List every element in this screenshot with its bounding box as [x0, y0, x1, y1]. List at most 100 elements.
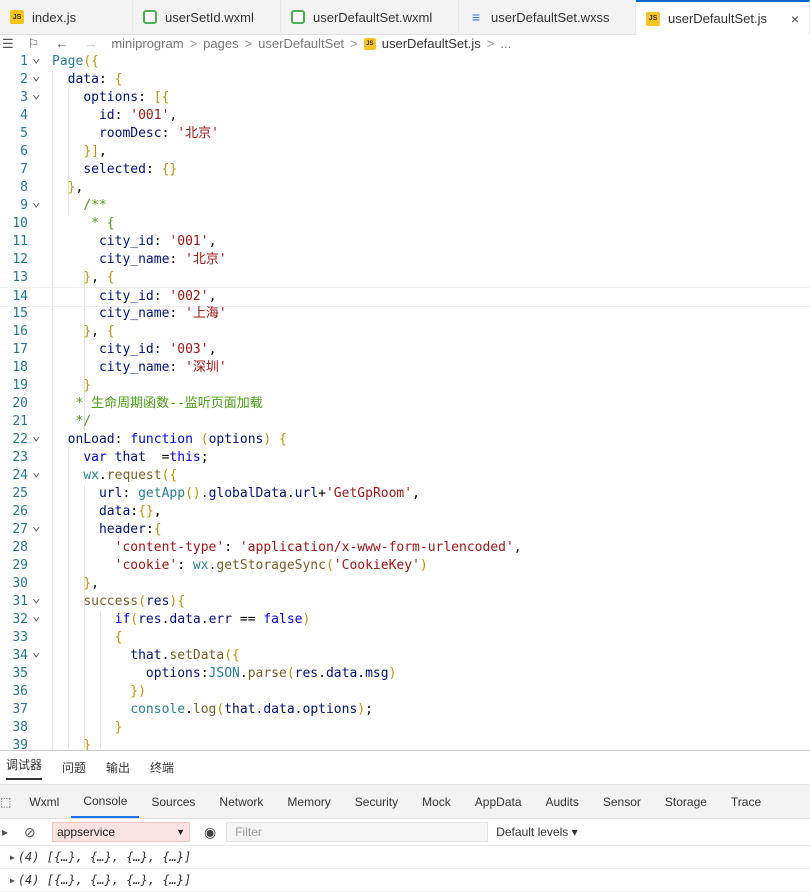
code-line[interactable]: 31 ⌄ success(res){ — [0, 590, 810, 611]
code-line[interactable]: 30 }, — [0, 575, 810, 593]
tab-sensor[interactable]: Sensor — [591, 785, 653, 818]
breadcrumb-item[interactable]: miniprogram — [111, 36, 183, 51]
code-line[interactable]: 7 selected: {} — [0, 161, 810, 179]
fold-chevron-icon[interactable]: ⌄ — [32, 589, 40, 607]
code-line[interactable]: 27 ⌄ header:{ — [0, 518, 810, 539]
code-line[interactable]: 22 ⌄ onLoad: function (options) { — [0, 428, 810, 449]
sidebar-toggle-icon[interactable]: ▸ — [2, 825, 8, 839]
console-log-entry[interactable]: ▶ (4) [{…}, {…}, {…}, {…}] — [0, 846, 810, 869]
code-line[interactable]: 14 city_id: '002', — [0, 287, 810, 307]
bookmark-icon[interactable]: ⚐ — [28, 36, 40, 52]
tab-usersetid-wxml[interactable]: userSetId.wxml — [133, 0, 281, 34]
log-levels-select[interactable]: Default levels ▾ — [496, 825, 577, 839]
code-line[interactable]: 36 }) — [0, 683, 810, 701]
fold-chevron-icon[interactable]: ⌄ — [32, 427, 40, 445]
close-icon[interactable]: × — [791, 11, 799, 27]
code-line[interactable]: 23 var that =this; — [0, 449, 810, 467]
code-line[interactable]: 9 ⌄ /** — [0, 194, 810, 215]
code-line[interactable]: 21 */ — [0, 413, 810, 431]
code-line[interactable]: 20 * 生命周期函数--监听页面加载 — [0, 395, 810, 413]
code-line[interactable]: 34 ⌄ that.setData({ — [0, 644, 810, 665]
tab-mock[interactable]: Mock — [410, 785, 463, 818]
code-line[interactable]: 24 ⌄ wx.request({ — [0, 464, 810, 485]
code-line[interactable]: 11 city_id: '001', — [0, 233, 810, 251]
tab-network[interactable]: Network — [207, 785, 275, 818]
code-line[interactable]: 3 ⌄ options: [{ — [0, 86, 810, 107]
code-line[interactable]: 16 }, { — [0, 323, 810, 341]
line-number: 27 — [12, 522, 28, 537]
line-number: 3 — [20, 90, 28, 105]
tab-userdefaultset-wxss[interactable]: ≡ userDefaultSet.wxss — [459, 0, 636, 34]
code-line[interactable]: 13 }, { — [0, 269, 810, 287]
code-line[interactable]: 4 id: '001', — [0, 107, 810, 125]
fold-chevron-icon[interactable]: ⌄ — [32, 517, 40, 535]
code-line[interactable]: 19 } — [0, 377, 810, 395]
tab-terminal[interactable]: 终端 — [150, 759, 174, 776]
code-line[interactable]: 6 }], — [0, 143, 810, 161]
chevron-down-icon: ▼ — [176, 827, 185, 837]
breadcrumb-item[interactable]: pages — [203, 36, 238, 51]
fold-chevron-icon[interactable]: ⌄ — [32, 85, 40, 103]
line-number: 10 — [12, 216, 28, 231]
tab-index-js[interactable]: JS index.js — [0, 0, 133, 34]
menu-icon[interactable]: ☰ — [2, 36, 14, 52]
fold-chevron-icon[interactable]: ⌄ — [32, 53, 40, 67]
tab-sources[interactable]: Sources — [139, 785, 207, 818]
tab-output[interactable]: 输出 — [106, 759, 130, 776]
code-line[interactable]: 5 roomDesc: '北京' — [0, 125, 810, 143]
tab-userdefaultset-js[interactable]: JS userDefaultSet.js × — [636, 0, 810, 35]
code-line[interactable]: 15 city_name: '上海' — [0, 305, 810, 323]
line-number: 8 — [20, 180, 28, 195]
code-line[interactable]: 37 console.log(that.data.options); — [0, 701, 810, 719]
context-select[interactable]: appservice ▼ — [52, 822, 190, 842]
code-line[interactable]: 12 city_name: '北京' — [0, 251, 810, 269]
code-line[interactable]: 25 url: getApp().globalData.url+'GetGpRo… — [0, 485, 810, 503]
code-line[interactable]: 17 city_id: '003', — [0, 341, 810, 359]
tab-console[interactable]: Console — [71, 785, 140, 818]
code-line[interactable]: 35 options:JSON.parse(res.data.msg) — [0, 665, 810, 683]
code-editor[interactable]: 1 ⌄ Page({2 ⌄ data: {3 ⌄ options: [{4 id: '0… — [0, 53, 810, 750]
expand-triangle-icon[interactable]: ▶ — [10, 876, 15, 885]
breadcrumb-item[interactable]: ... — [500, 36, 511, 51]
code-line[interactable]: 39 } — [0, 737, 810, 750]
clear-console-icon[interactable]: ⊘ — [24, 824, 36, 841]
tab-security[interactable]: Security — [343, 785, 410, 818]
code-line[interactable]: 29 'cookie': wx.getStorageSync('CookieKe… — [0, 557, 810, 575]
code-line[interactable]: 8 }, — [0, 179, 810, 197]
fold-chevron-icon[interactable]: ⌄ — [32, 463, 40, 481]
tab-audits[interactable]: Audits — [534, 785, 591, 818]
eye-icon[interactable]: ◉ — [204, 824, 216, 841]
editor-tab-bar: JS index.js userSetId.wxml userDefaultSe… — [0, 0, 810, 35]
code-line[interactable]: 2 ⌄ data: { — [0, 68, 810, 89]
tab-memory[interactable]: Memory — [275, 785, 342, 818]
code-line[interactable]: 33 { — [0, 629, 810, 647]
tab-userdefaultset-wxml[interactable]: userDefaultSet.wxml — [281, 0, 459, 34]
expand-triangle-icon[interactable]: ▶ — [10, 853, 15, 862]
editor-scrollbar[interactable] — [796, 53, 810, 750]
tab-problems[interactable]: 问题 — [62, 759, 86, 776]
line-number: 30 — [12, 576, 28, 591]
fold-chevron-icon[interactable]: ⌄ — [32, 193, 40, 211]
code-line[interactable]: 26 data:{}, — [0, 503, 810, 521]
inspect-icon[interactable]: ⬚ — [0, 795, 17, 809]
code-text: id: '001', — [98, 108, 178, 123]
tab-debugger[interactable]: 调试器 — [6, 756, 43, 780]
filter-input[interactable]: Filter — [226, 822, 489, 842]
fold-chevron-icon[interactable]: ⌄ — [32, 67, 40, 85]
breadcrumb-item[interactable]: userDefaultSet — [258, 36, 344, 51]
code-line[interactable]: 38 } — [0, 719, 810, 737]
tab-trace[interactable]: Trace — [719, 785, 773, 818]
tab-appdata[interactable]: AppData — [463, 785, 534, 818]
fold-chevron-icon[interactable]: ⌄ — [32, 607, 40, 625]
tab-wxml[interactable]: Wxml — [17, 785, 71, 818]
code-line[interactable]: 18 city_name: '深圳' — [0, 359, 810, 377]
back-arrow-icon[interactable]: ← — [55, 36, 68, 51]
code-line[interactable]: 10 * { — [0, 215, 810, 233]
fold-chevron-icon[interactable]: ⌄ — [32, 643, 40, 661]
tab-storage[interactable]: Storage — [653, 785, 719, 818]
breadcrumb-item[interactable]: userDefaultSet.js — [382, 36, 481, 51]
code-line[interactable]: 1 ⌄ Page({ — [0, 53, 810, 71]
forward-arrow-icon[interactable]: → — [84, 36, 97, 51]
code-line[interactable]: 28 'content-type': 'application/x-www-fo… — [0, 539, 810, 557]
code-line[interactable]: 32 ⌄ if(res.data.err == false) — [0, 608, 810, 629]
